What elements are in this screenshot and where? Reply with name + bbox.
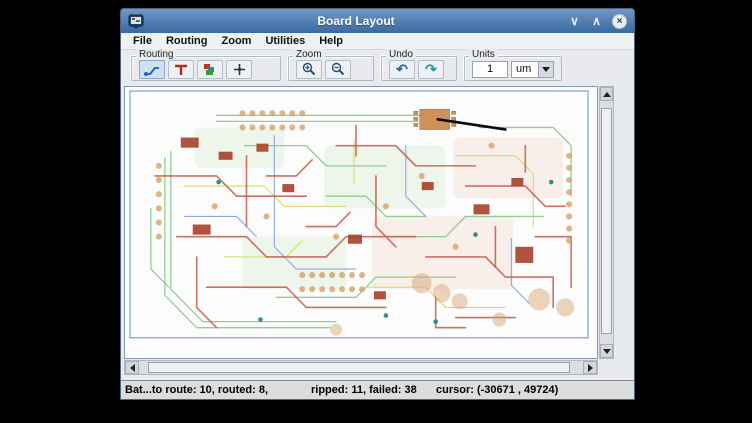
move-tool-button[interactable] [226,60,252,79]
toolbar: Routing [121,50,634,84]
close-button[interactable]: × [612,14,627,29]
vertical-scroll-track[interactable] [600,101,613,344]
cursor-position-text: cursor: (-30671 , 49724) [436,384,558,396]
window-title: Board Layout [150,14,562,28]
display-colors-button[interactable] [197,60,223,79]
menu-routing[interactable]: Routing [159,34,215,48]
maximize-button[interactable]: ∧ [590,14,603,28]
window-controls: ∨ ∧ × [568,14,627,29]
redo-icon: ↷ [425,63,437,75]
arrow-right-icon [588,364,593,372]
horizontal-scrollbar[interactable] [124,360,598,375]
menu-utilities[interactable]: Utilities [258,34,312,48]
zoom-group-label: Zoom [293,49,325,60]
undo-group-label: Undo [386,49,416,60]
route-status-text: Bat...to route: 10, routed: 8, [125,384,311,396]
horizontal-scroll-track[interactable] [139,361,583,374]
magnifier-plus-icon [302,62,316,76]
fanout-tool-button[interactable] [168,60,194,79]
pcb-board-view [125,87,597,358]
units-unit-combobox[interactable]: um [511,61,554,78]
units-unit-value: um [511,61,538,78]
fanout-icon [174,63,188,76]
ripped-status-text: ripped: 11, failed: 38 [311,384,436,396]
pcb-board-canvas[interactable] [124,86,598,359]
combo-dropdown-button[interactable] [538,61,554,78]
redo-button[interactable]: ↷ [418,60,444,79]
board-layout-window: Board Layout ∨ ∧ × File Routing Zoom Uti… [120,8,635,400]
vertical-scroll-thumb[interactable] [601,108,612,334]
vertical-scrollbar[interactable] [599,86,614,359]
units-group: Units um [464,56,562,81]
zoom-region-button[interactable] [296,60,322,79]
menu-zoom[interactable]: Zoom [215,34,259,48]
menu-file[interactable]: File [126,34,159,48]
scroll-down-button[interactable] [600,344,613,358]
zoom-out-button[interactable] [325,60,351,79]
magnifier-icon [331,62,345,76]
move-icon [233,63,246,76]
route-icon [144,63,160,76]
route-tool-button[interactable] [139,60,165,79]
arrow-down-icon [603,349,611,354]
arrow-up-icon [603,92,611,97]
undo-group: Undo ↶ ↷ [381,56,457,81]
titlebar[interactable]: Board Layout ∨ ∧ × [121,9,634,33]
application-icon [128,13,144,29]
display-colors-icon [203,63,217,76]
units-value-input[interactable] [472,61,508,78]
scroll-left-button[interactable] [125,361,139,374]
zoom-group: Zoom [288,56,374,81]
statusbar: Bat...to route: 10, routed: 8, ripped: 1… [121,380,634,399]
dropdown-arrow-icon [542,67,550,72]
routing-group: Routing [131,56,281,81]
menubar: File Routing Zoom Utilities Help [121,33,634,50]
arrow-left-icon [130,364,135,372]
desktop-background: Board Layout ∨ ∧ × File Routing Zoom Uti… [0,0,752,423]
content-area [121,84,634,380]
horizontal-scroll-thumb[interactable] [148,362,570,373]
units-group-label: Units [469,49,498,60]
undo-button[interactable]: ↶ [389,60,415,79]
routing-group-label: Routing [136,49,176,60]
undo-icon: ↶ [396,63,408,75]
menu-help[interactable]: Help [312,34,350,48]
scroll-up-button[interactable] [600,87,613,101]
scroll-right-button[interactable] [583,361,597,374]
minimize-button[interactable]: ∨ [568,14,581,28]
